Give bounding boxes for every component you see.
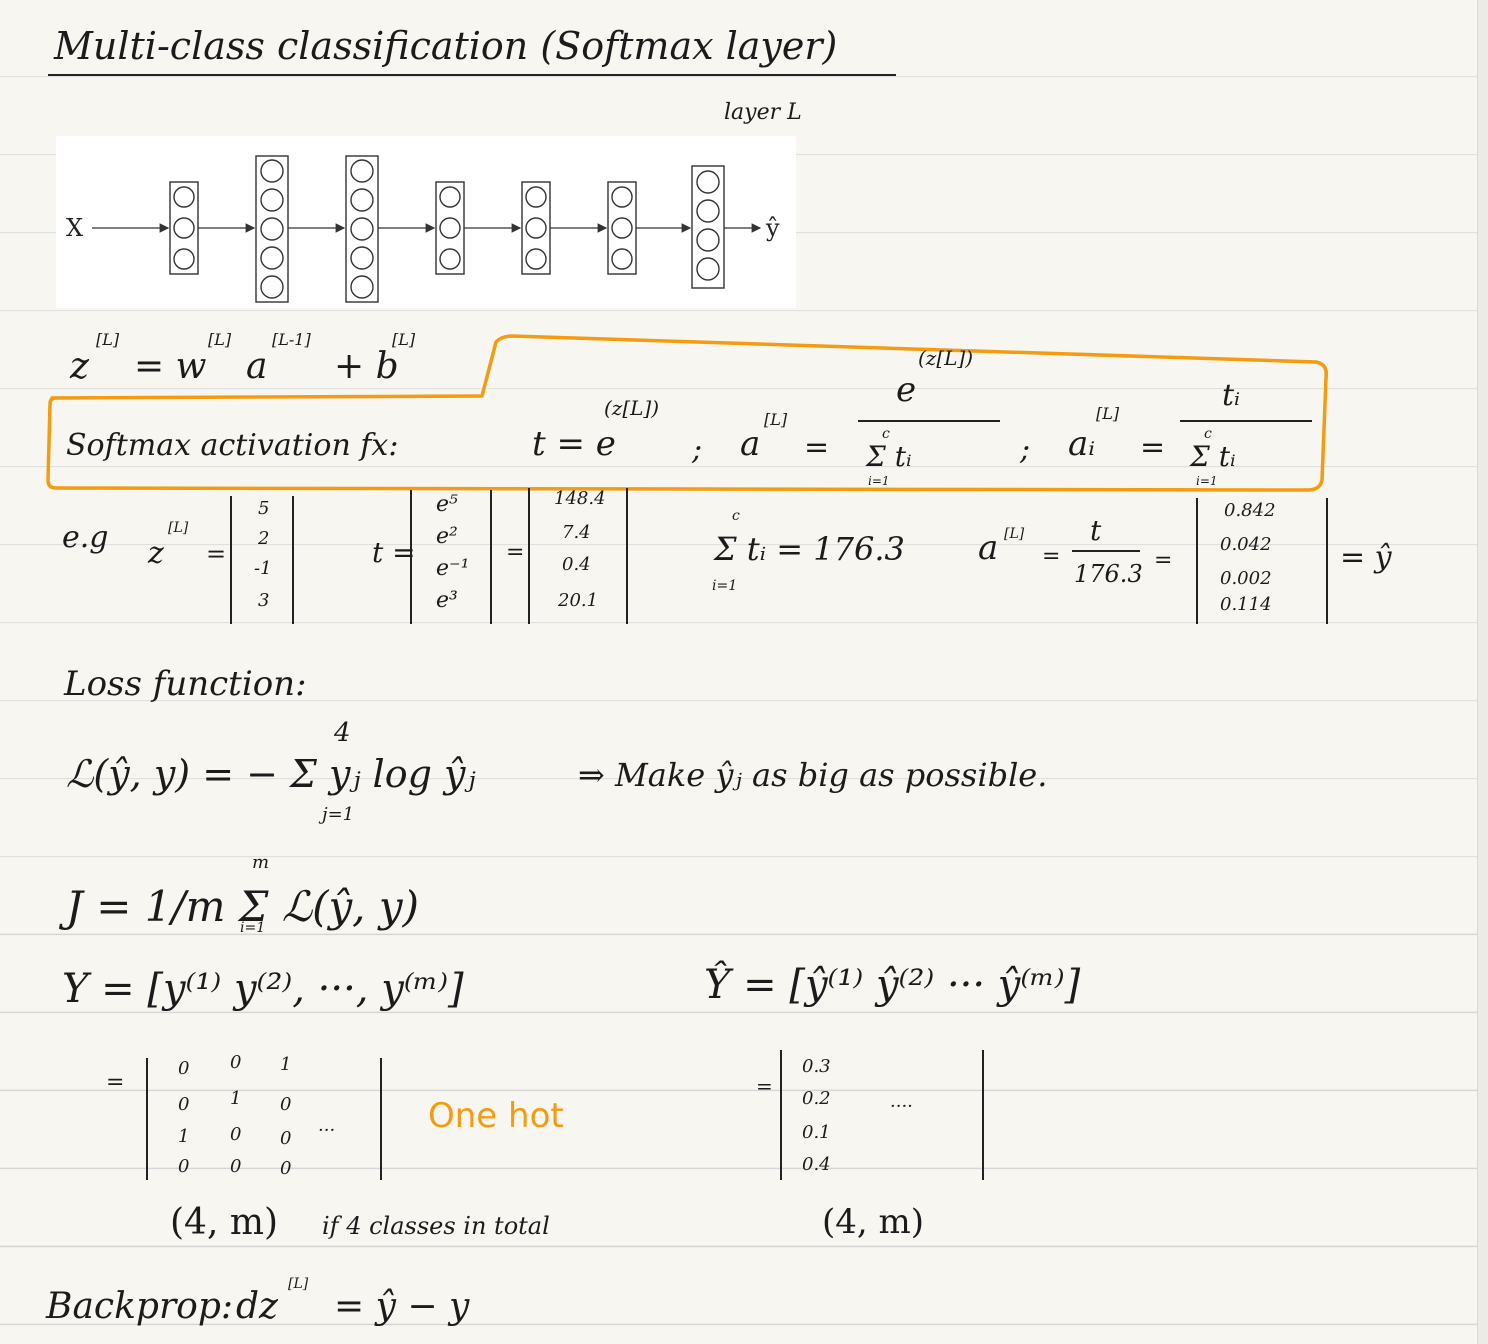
frac1-bar [858,420,1000,422]
loss-heading: Loss function: [64,664,307,704]
yhat-shape: (4, m) [822,1202,925,1242]
layer-L [691,165,725,289]
one-hot-note: One hot [428,1096,564,1136]
output-yhat-label: ŷ [765,214,780,242]
layer-label: layer L [724,100,802,125]
layer-4 [435,181,465,275]
network-diagram: X ŷ [56,136,796,308]
z-vector: 5 2 -1 3 [230,496,294,624]
layer-6 [607,181,637,275]
y-eq: = [106,1070,125,1095]
yhat-eq: = [756,1074,773,1098]
t-expr-vector: e⁵ e² e⁻¹ e³ [410,490,492,624]
layer-5 [521,181,551,275]
network-svg: X ŷ [66,155,780,303]
page-edge [1477,0,1488,1344]
softmax-highlight-box [46,334,1329,492]
y-definition: Y = [y⁽¹⁾ y⁽²⁾, ···, y⁽ᵐ⁾] [62,966,464,1012]
layer-2 [255,155,289,303]
yhat-definition: Ŷ = [ŷ⁽¹⁾ ŷ⁽²⁾ ··· ŷ⁽ᵐ⁾] [704,962,1081,1008]
yhat-matrix: 0.3 0.2 0.1 0.4 ···· [780,1050,984,1180]
loss-note: ⇒ Make ŷⱼ as big as possible. [578,756,1048,794]
frac2-bar [1180,420,1312,422]
y-shape: (4, m) [170,1202,279,1243]
t-value-vector: 148.4 7.4 0.4 20.1 [528,488,628,624]
page-title: Multi-class classification (Softmax laye… [54,24,838,68]
y-onehot-matrix: 0 0 1 0 1 0 1 0 0 0 0 0 ··· [146,1052,382,1180]
a-frac-bar [1072,550,1140,552]
layer-1 [169,181,199,275]
y-shape-note: if 4 classes in total [322,1212,550,1240]
title-underline [48,74,896,76]
a-vector: 0.842 0.042 0.002 0.114 [1196,498,1328,624]
layer-3 [345,155,379,303]
input-x-label: X [66,214,83,242]
